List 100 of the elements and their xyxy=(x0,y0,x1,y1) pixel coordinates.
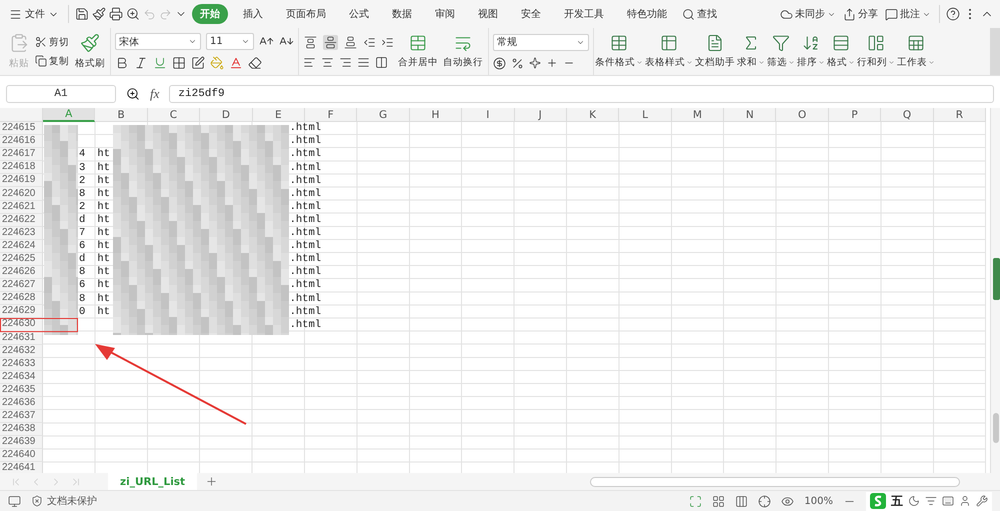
row-header[interactable]: 224625 xyxy=(0,252,43,266)
align-center-icon[interactable] xyxy=(321,56,334,68)
ribbon-tab[interactable]: 安全 xyxy=(513,4,549,24)
zoom-icon[interactable] xyxy=(126,86,140,100)
formula-field[interactable]: zi25df9 xyxy=(169,84,994,102)
user-icon[interactable] xyxy=(959,495,971,507)
currency-icon[interactable] xyxy=(493,56,506,70)
border-icon[interactable] xyxy=(172,56,186,70)
ribbon-button[interactable]: 排序 xyxy=(796,28,826,75)
column-header[interactable]: F xyxy=(304,108,358,122)
ribbon-tab[interactable]: 数据 xyxy=(384,4,420,24)
moon-icon[interactable] xyxy=(908,495,920,507)
row-header[interactable]: 224620 xyxy=(0,187,43,201)
number-format-select[interactable]: 常规 xyxy=(493,34,589,50)
row-header[interactable]: 224622 xyxy=(0,214,43,227)
input-mode-label[interactable]: 五 xyxy=(891,492,903,510)
ribbon-tab[interactable]: 页面布局 xyxy=(278,4,334,24)
row-header[interactable]: 224624 xyxy=(0,240,43,253)
ribbon-tab[interactable]: 特色功能 xyxy=(619,4,675,24)
cut-button[interactable]: 剪切 xyxy=(33,36,71,48)
italic-icon[interactable] xyxy=(134,56,148,70)
column-header[interactable]: L xyxy=(619,108,672,122)
horizontal-scrollbar[interactable] xyxy=(590,476,960,486)
ribbon-button[interactable]: 格式 xyxy=(826,28,856,75)
ribbon-button[interactable]: 工作表 xyxy=(896,28,936,75)
column-header[interactable]: P xyxy=(828,108,882,122)
row-header[interactable]: 224615 xyxy=(0,122,43,136)
row-header[interactable]: 224629 xyxy=(0,305,43,318)
row-header[interactable]: 224631 xyxy=(0,332,43,345)
align-right-icon[interactable] xyxy=(339,56,352,68)
fullscreen-icon[interactable] xyxy=(689,494,702,508)
row-header[interactable]: 224641 xyxy=(0,462,43,473)
column-header[interactable]: R xyxy=(934,108,986,122)
eye-icon[interactable] xyxy=(781,494,794,508)
save-icon[interactable] xyxy=(75,7,89,21)
ribbon-tab[interactable]: 视图 xyxy=(470,4,506,24)
toolbar-action[interactable]: 批注 xyxy=(883,5,933,23)
copy-button[interactable]: 复制 xyxy=(33,54,71,68)
printer-icon[interactable] xyxy=(109,7,123,21)
toolbar-action[interactable]: 分享 xyxy=(841,5,880,23)
column-header[interactable]: Q xyxy=(881,108,934,122)
column-header[interactable]: J xyxy=(514,108,567,122)
file-menu[interactable]: 文件 xyxy=(6,5,62,23)
brush-icon[interactable] xyxy=(92,7,106,21)
row-header[interactable]: 224640 xyxy=(0,449,43,462)
name-box[interactable]: A1 xyxy=(6,84,116,102)
column-header[interactable]: B xyxy=(95,108,148,122)
column-header[interactable]: G xyxy=(357,108,410,122)
display-icon[interactable] xyxy=(8,494,21,508)
row-header[interactable]: 224639 xyxy=(0,436,43,450)
ribbon-tab[interactable]: 公式 xyxy=(341,4,377,24)
page-break-icon[interactable] xyxy=(735,494,748,508)
row-header[interactable]: 224623 xyxy=(0,226,43,240)
row-header[interactable]: 224618 xyxy=(0,161,43,174)
column-header[interactable]: D xyxy=(200,108,253,122)
row-header[interactable]: 224617 xyxy=(0,148,43,162)
input-method-logo-icon[interactable] xyxy=(870,493,886,509)
column-header[interactable]: C xyxy=(148,108,200,122)
justify-icon[interactable] xyxy=(357,56,370,68)
row-header[interactable]: 224628 xyxy=(0,292,43,306)
input-method-bar[interactable]: 五 xyxy=(866,492,992,510)
row-header[interactable]: 224627 xyxy=(0,279,43,292)
row-header[interactable]: 224632 xyxy=(0,344,43,358)
bold-icon[interactable] xyxy=(115,56,129,70)
row-header[interactable]: 224633 xyxy=(0,358,43,371)
column-header[interactable]: O xyxy=(776,108,829,122)
preview-icon[interactable] xyxy=(126,7,140,21)
help-icon[interactable] xyxy=(946,7,960,21)
sheet-tab[interactable]: zi_URL_List xyxy=(108,473,198,490)
side-panel-handle[interactable] xyxy=(993,258,1000,300)
column-header[interactable]: E xyxy=(252,108,305,122)
format-painter-button[interactable]: 格式刷 xyxy=(74,31,106,72)
row-header[interactable]: 224616 xyxy=(0,135,43,148)
wrench-icon[interactable] xyxy=(976,495,988,507)
indent-increase-icon[interactable] xyxy=(381,36,394,48)
indent-decrease-icon[interactable] xyxy=(363,36,376,48)
font-color-icon[interactable] xyxy=(229,56,243,70)
row-header[interactable]: 224636 xyxy=(0,396,43,410)
row-header[interactable]: 224634 xyxy=(0,370,43,384)
row-header[interactable]: 224621 xyxy=(0,200,43,214)
normal-view-icon[interactable] xyxy=(712,494,726,508)
merge-center-button[interactable]: 合并居中 xyxy=(397,32,439,71)
row-header[interactable]: 224626 xyxy=(0,266,43,280)
column-header[interactable]: N xyxy=(724,108,776,122)
ribbon-button[interactable]: 求和 xyxy=(736,28,766,75)
column-header[interactable]: K xyxy=(566,108,620,122)
toolbar-action[interactable]: 未同步 xyxy=(778,5,838,23)
align-bottom-button[interactable] xyxy=(343,34,358,50)
font-size-select[interactable]: 11 xyxy=(206,33,254,50)
percent-icon[interactable] xyxy=(511,56,524,70)
underline-icon[interactable] xyxy=(153,56,167,70)
fill-color-icon[interactable] xyxy=(210,56,224,70)
add-sheet-icon[interactable] xyxy=(205,475,218,488)
ribbon-tab[interactable]: 插入 xyxy=(235,4,271,24)
row-header[interactable]: 224637 xyxy=(0,410,43,424)
ribbon-button[interactable]: 筛选 xyxy=(766,28,796,75)
search-button[interactable]: 查找 xyxy=(680,5,719,23)
ribbon-button[interactable]: 表格样式 xyxy=(644,28,694,75)
ribbon-tab[interactable]: 开发工具 xyxy=(556,4,612,24)
align-top-button[interactable] xyxy=(303,34,318,50)
